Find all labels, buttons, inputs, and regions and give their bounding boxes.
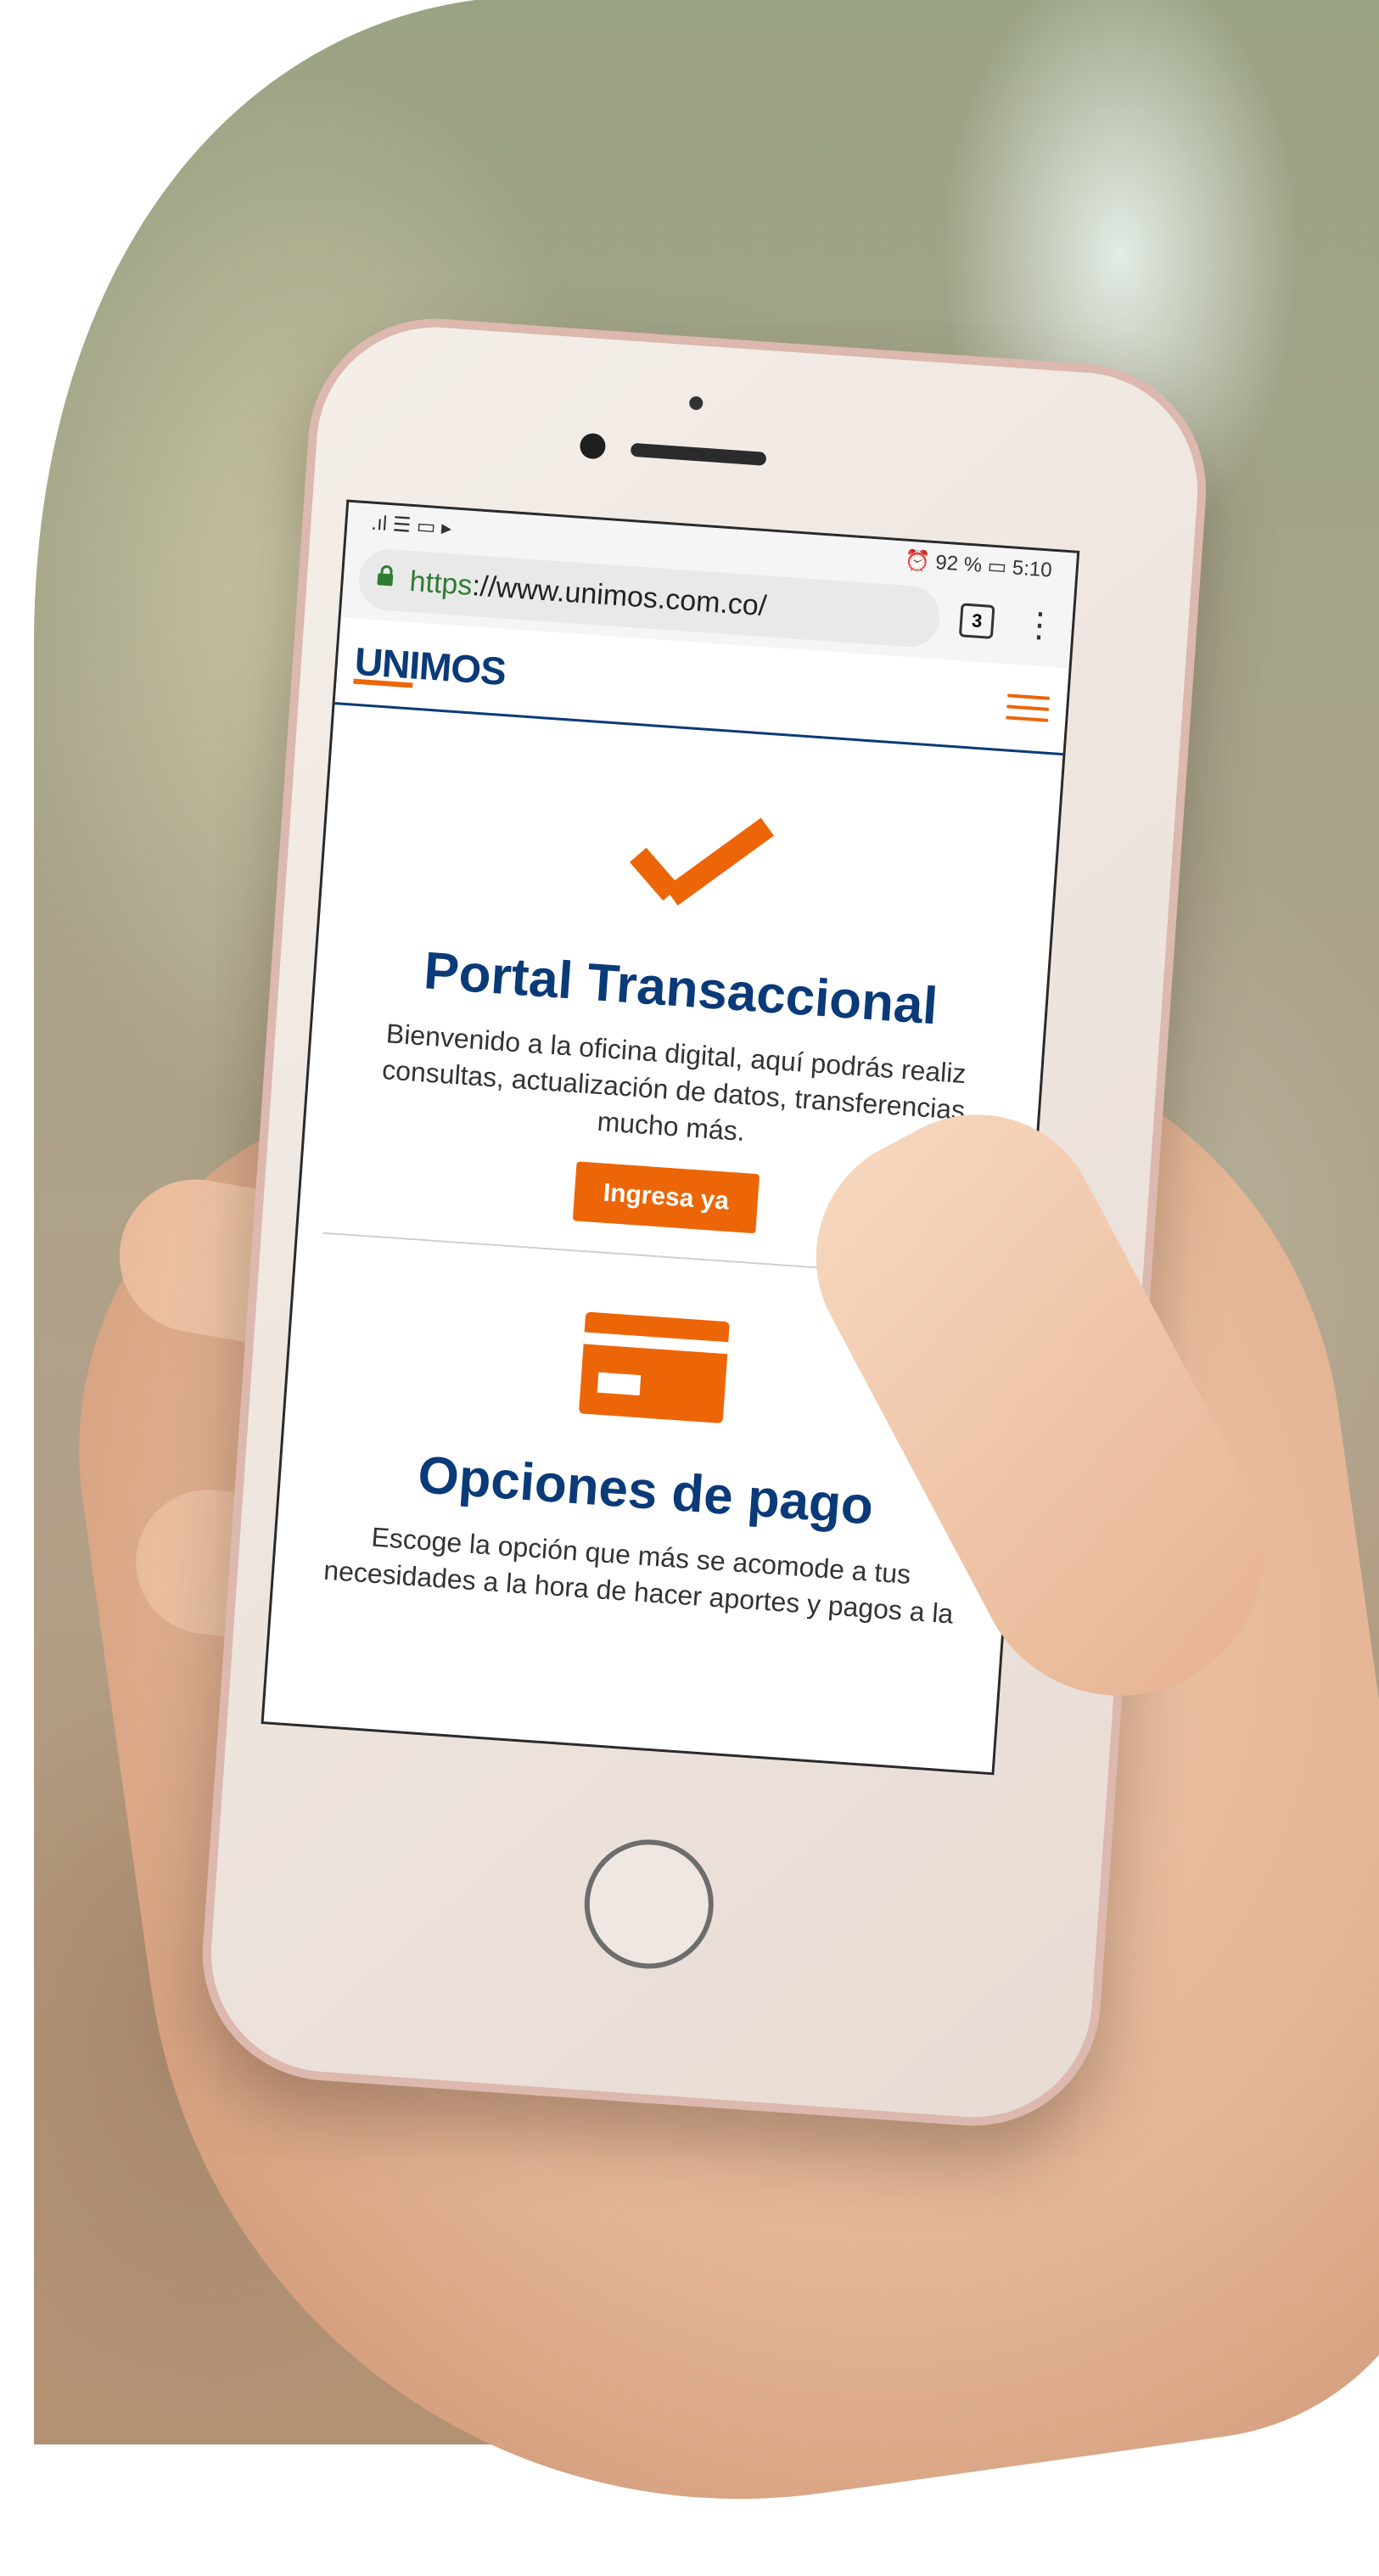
url-scheme: https — [408, 564, 474, 602]
hamburger-icon[interactable] — [1006, 693, 1051, 722]
battery-level: 92 % — [934, 550, 984, 577]
logo-text: UNIMOS — [353, 638, 507, 694]
credit-card-icon — [578, 1311, 730, 1423]
front-camera — [579, 432, 607, 460]
front-sensor — [688, 396, 704, 411]
status-right: ⏰ 92 % ▭ 5:10 — [904, 548, 1053, 582]
menu-dots-icon[interactable]: ⋮ — [1022, 606, 1058, 646]
ingresa-ya-button[interactable]: Ingresa ya — [572, 1160, 760, 1233]
tabs-icon[interactable]: 3 — [958, 603, 995, 640]
signal-icons: .ıl ☰ ▭ ▸ — [370, 511, 453, 540]
checkmark-icon — [618, 818, 760, 929]
lock-icon — [377, 573, 394, 586]
clock: 5:10 — [1012, 555, 1053, 582]
home-button[interactable] — [580, 1835, 718, 1973]
url-text: ://www.unimos.com.co/ — [471, 569, 768, 622]
logo[interactable]: UNIMOS — [353, 638, 507, 694]
earpiece-speaker — [630, 442, 767, 466]
